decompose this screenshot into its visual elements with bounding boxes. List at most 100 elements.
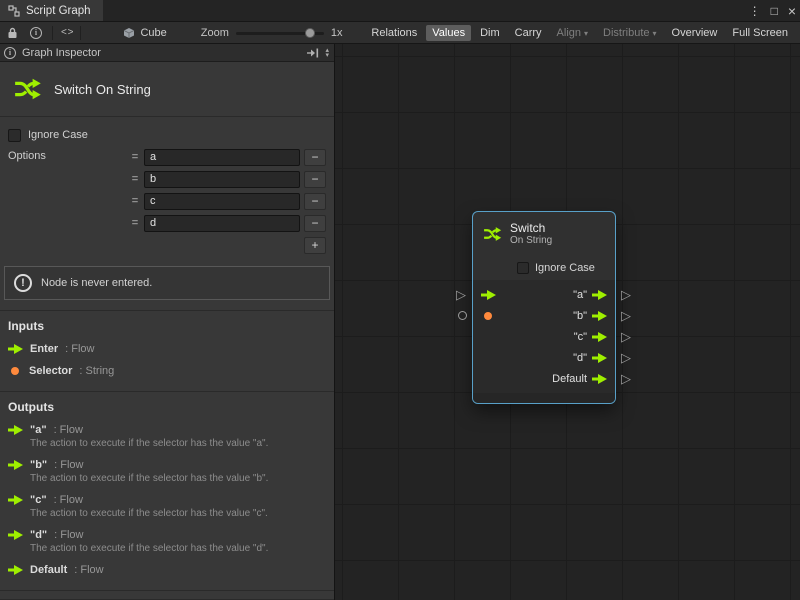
output-default-connector[interactable]: ▷: [621, 372, 631, 385]
ignore-case-checkbox[interactable]: [517, 262, 529, 274]
output-port-label: Default: [552, 373, 592, 385]
chevron-down-icon: ▾: [653, 29, 657, 38]
node-ports: "a" "b" "c" "d": [473, 280, 615, 393]
drag-handle-icon[interactable]: =: [130, 195, 140, 207]
graph-inspector-header: i Graph Inspector ▴ ▾: [0, 44, 334, 62]
carry-button[interactable]: Carry: [509, 25, 548, 41]
warning-text: Node is never entered.: [41, 277, 152, 289]
close-icon[interactable]: ×: [788, 3, 796, 19]
port-row: Default: [473, 368, 615, 389]
enter-port-connector[interactable]: ▷: [456, 288, 466, 301]
info-icon[interactable]: i: [28, 25, 44, 41]
flow-arrow-icon: [8, 530, 23, 540]
options-footer: +: [130, 237, 326, 254]
toolbar-separator: [80, 26, 81, 40]
output-port-label: "c": [574, 331, 592, 343]
option-input[interactable]: [144, 215, 300, 232]
overview-button[interactable]: Overview: [666, 25, 724, 41]
add-option-button[interactable]: +: [304, 237, 326, 254]
remove-option-button[interactable]: −: [304, 215, 326, 232]
tab-script-graph[interactable]: Script Graph: [0, 0, 103, 21]
port-row: "b": [473, 305, 615, 326]
graph-toolbar: i < > Cube Zoom 1x Relations Values Dim …: [0, 22, 800, 44]
flow-arrow-icon: [8, 425, 23, 435]
port-row: "a": [473, 284, 615, 305]
remove-option-button[interactable]: −: [304, 149, 326, 166]
output-description: The action to execute if the selector ha…: [30, 543, 326, 554]
flow-arrow-icon: [8, 495, 23, 505]
zoom-control: Zoom 1x: [201, 27, 343, 39]
output-item: "c" : Flow: [8, 494, 326, 506]
outputs-header: Outputs: [8, 400, 326, 414]
inputs-header: Inputs: [8, 319, 326, 333]
maximize-icon[interactable]: □: [771, 4, 778, 18]
selector-port-connector[interactable]: [458, 311, 467, 320]
drag-handle-icon[interactable]: =: [130, 173, 140, 185]
output-name: Default: [30, 564, 67, 576]
chevron-down-icon: ▾: [584, 29, 588, 38]
align-button[interactable]: Align▾: [551, 25, 594, 41]
full-screen-button[interactable]: Full Screen: [726, 25, 794, 41]
remove-option-button[interactable]: −: [304, 193, 326, 210]
graph-object-label: Cube: [140, 27, 166, 39]
output-d-connector[interactable]: ▷: [621, 351, 631, 364]
output-type: : Flow: [54, 494, 83, 506]
output-port-d[interactable]: [592, 353, 607, 363]
graph-object-button[interactable]: Cube: [123, 27, 166, 39]
output-port-label: "d": [573, 352, 592, 364]
output-port-b[interactable]: [592, 311, 607, 321]
switch-unit-icon: [482, 224, 502, 244]
script-graph-icon: [8, 5, 20, 17]
values-button[interactable]: Values: [426, 25, 471, 41]
input-item-selector: Selector : String: [8, 365, 326, 377]
output-c-connector[interactable]: ▷: [621, 330, 631, 343]
options-label: Options: [8, 147, 46, 254]
node-title-block: Switch On String: [0, 62, 334, 117]
output-port-c[interactable]: [592, 332, 607, 342]
output-type: : Flow: [54, 459, 83, 471]
dock-panel-icon[interactable]: [306, 48, 319, 58]
input-type: : String: [79, 365, 114, 377]
option-input[interactable]: [144, 193, 300, 210]
enter-port[interactable]: [481, 290, 499, 300]
switch-node-header[interactable]: Switch On String: [473, 212, 615, 256]
zoom-slider[interactable]: [236, 27, 324, 39]
window-menu-icon[interactable]: ⋮: [749, 4, 761, 18]
output-a-connector[interactable]: ▷: [621, 288, 631, 301]
drag-handle-icon[interactable]: =: [130, 151, 140, 163]
code-icon[interactable]: < >: [61, 25, 72, 41]
output-port-a[interactable]: [592, 290, 607, 300]
distribute-button[interactable]: Distribute▾: [597, 25, 662, 41]
output-name: "a": [30, 424, 47, 436]
ignore-case-checkbox[interactable]: [8, 129, 21, 142]
output-b-connector[interactable]: ▷: [621, 309, 631, 322]
remove-option-button[interactable]: −: [304, 171, 326, 188]
panel-scroll-arrows[interactable]: ▴ ▾: [325, 48, 330, 58]
selector-port[interactable]: [481, 312, 499, 320]
zoom-value: 1x: [331, 27, 343, 39]
tab-title: Script Graph: [26, 5, 91, 17]
dim-button[interactable]: Dim: [474, 25, 506, 41]
option-input[interactable]: [144, 171, 300, 188]
node-title: Switch: [510, 222, 552, 235]
zoom-slider-knob[interactable]: [305, 28, 315, 38]
drag-handle-icon[interactable]: =: [130, 217, 140, 229]
zoom-label: Zoom: [201, 27, 229, 39]
input-item-enter: Enter : Flow: [8, 343, 326, 355]
option-row: = + −: [130, 213, 326, 233]
output-name: "c": [30, 494, 47, 506]
relations-button[interactable]: Relations: [365, 25, 423, 41]
input-name: Enter: [30, 343, 58, 355]
output-type: : Flow: [54, 424, 83, 436]
output-port-default[interactable]: [592, 374, 607, 384]
graph-canvas[interactable]: Switch On String Ignore Case "a": [335, 44, 800, 600]
option-input[interactable]: [144, 149, 300, 166]
output-type: : Flow: [74, 564, 103, 576]
warning-icon: !: [14, 274, 32, 292]
toolbar-buttons: Relations Values Dim Carry Align▾ Distri…: [365, 25, 796, 41]
flow-arrow-icon: [8, 565, 23, 575]
switch-node[interactable]: Switch On String Ignore Case "a": [473, 212, 615, 403]
lock-icon[interactable]: [4, 25, 20, 41]
value-port-icon: [11, 367, 19, 375]
output-item: "b" : Flow: [8, 459, 326, 471]
